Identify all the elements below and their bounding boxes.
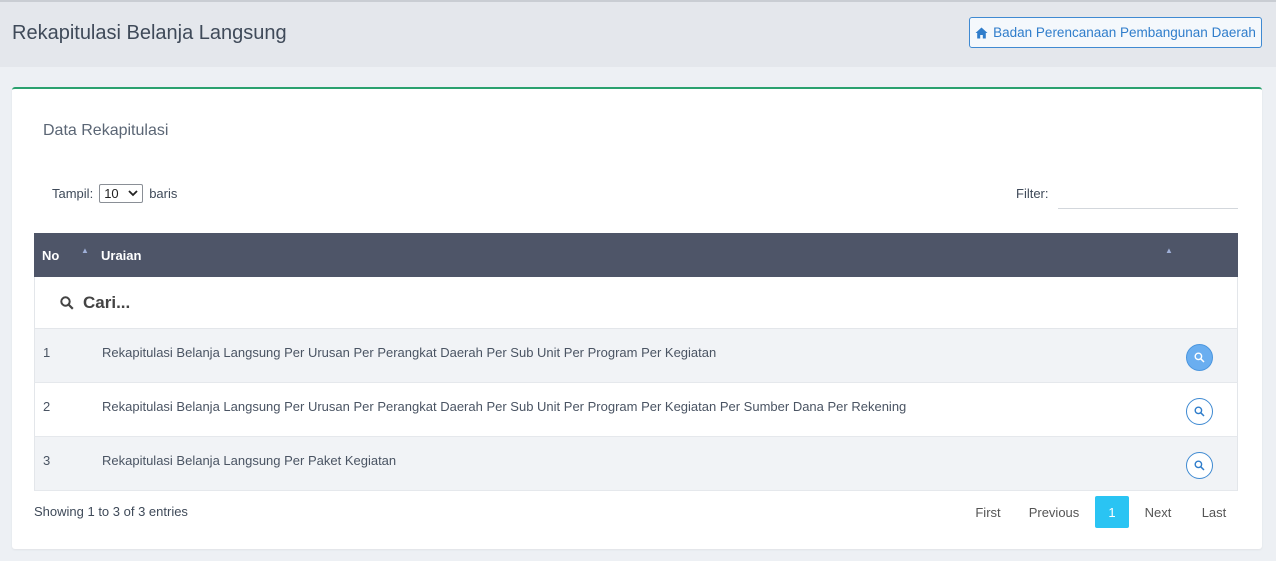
view-button[interactable]	[1186, 398, 1213, 425]
agency-home-button[interactable]: Badan Perencanaan Pembangunan Daerah	[969, 17, 1262, 48]
row-description: Rekapitulasi Belanja Langsung Per Urusan…	[102, 399, 907, 414]
page-length-select[interactable]: 10	[99, 184, 144, 203]
filter-label: Filter:	[1016, 186, 1049, 201]
view-button[interactable]	[1186, 344, 1213, 371]
page-header: Rekapitulasi Belanja Langsung Badan Pere…	[0, 0, 1276, 67]
page-length-control: Tampil: 10 baris	[52, 184, 177, 203]
sort-asc-icon: ▲	[1165, 246, 1173, 255]
chevron-down-icon	[128, 190, 138, 197]
table-search-row[interactable]: Cari...	[34, 277, 1238, 329]
card-title: Data Rekapitulasi	[43, 122, 169, 139]
search-icon	[60, 296, 74, 310]
page-length-suffix: baris	[149, 186, 178, 201]
pagination-previous[interactable]: Previous	[1019, 496, 1089, 528]
search-icon	[1194, 406, 1205, 417]
filter-input[interactable]	[1058, 181, 1238, 209]
page-title: Rekapitulasi Belanja Langsung	[12, 22, 287, 44]
page-length-prefix: Tampil:	[52, 186, 94, 201]
agency-home-button-label: Badan Perencanaan Pembangunan Daerah	[993, 25, 1256, 40]
column-header-uraian[interactable]: Uraian	[101, 248, 141, 263]
data-card: Data Rekapitulasi Tampil: 10 baris Filte…	[12, 87, 1262, 549]
search-icon	[1194, 352, 1205, 363]
sort-asc-icon: ▲	[81, 246, 89, 255]
table-row: 1 Rekapitulasi Belanja Langsung Per Urus…	[34, 329, 1238, 383]
pagination-page-1[interactable]: 1	[1095, 496, 1129, 528]
table-header: No ▲ Uraian ▲	[34, 233, 1238, 277]
row-description: Rekapitulasi Belanja Langsung Per Urusan…	[102, 345, 717, 360]
pagination-next[interactable]: Next	[1136, 496, 1180, 528]
view-button[interactable]	[1186, 452, 1213, 479]
pagination-first[interactable]: First	[964, 496, 1012, 528]
row-number: 2	[43, 399, 51, 414]
column-header-no[interactable]: No	[42, 248, 59, 263]
pagination-last[interactable]: Last	[1192, 496, 1236, 528]
search-icon	[1194, 460, 1205, 471]
home-icon	[975, 27, 988, 38]
table-row: 2 Rekapitulasi Belanja Langsung Per Urus…	[34, 383, 1238, 437]
table-search-placeholder: Cari...	[83, 293, 131, 312]
page-length-value: 10	[104, 186, 119, 201]
table-info: Showing 1 to 3 of 3 entries	[34, 504, 188, 519]
row-description: Rekapitulasi Belanja Langsung Per Paket …	[102, 453, 397, 468]
row-number: 3	[43, 453, 51, 468]
table-row: 3 Rekapitulasi Belanja Langsung Per Pake…	[34, 437, 1238, 491]
row-number: 1	[43, 345, 51, 360]
